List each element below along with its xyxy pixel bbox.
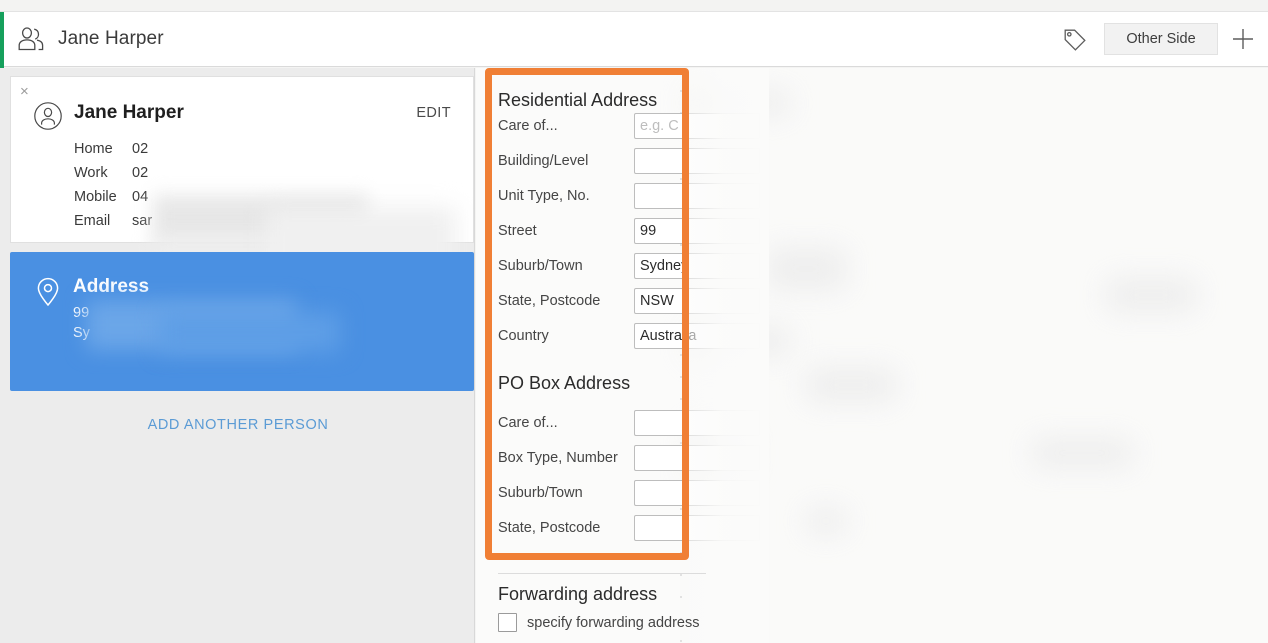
page-title: Jane Harper	[58, 28, 164, 50]
contact-value: sar	[132, 213, 152, 229]
add-another-person-link[interactable]: ADD ANOTHER PERSON	[6, 417, 470, 433]
field-row-unit-type: Unit Type, No.	[498, 183, 760, 209]
background-ghost-text	[806, 508, 846, 534]
forwarding-checkbox[interactable]	[498, 613, 517, 632]
field-row-building-level: Building/Level	[498, 148, 760, 174]
field-label: State, Postcode	[498, 520, 634, 536]
field-label: State, Postcode	[498, 293, 634, 309]
address-card[interactable]: Address 99 Sy	[10, 252, 474, 391]
background-ghost-text	[766, 248, 846, 290]
field-label: Care of...	[498, 415, 634, 431]
background-ghost-text	[1106, 278, 1196, 312]
field-label: Building/Level	[498, 153, 634, 169]
plus-icon[interactable]	[1218, 14, 1268, 64]
po-care-of-input[interactable]	[634, 410, 760, 436]
country-input[interactable]	[634, 323, 760, 349]
header-bar: Jane Harper Other Side	[0, 11, 1268, 67]
suburb-town-input[interactable]	[634, 253, 760, 279]
field-label: Suburb/Town	[498, 485, 634, 501]
po-state-postcode-input[interactable]	[634, 515, 760, 541]
address-card-title: Address	[73, 276, 149, 298]
contact-label: Mobile	[74, 189, 132, 205]
po-suburb-town-input[interactable]	[634, 480, 760, 506]
list-item: Mobile 04	[74, 185, 152, 209]
main-content: Residential Address Care of... Building/…	[476, 68, 1268, 643]
care-of-input[interactable]	[634, 113, 760, 139]
field-row-street: Street	[498, 218, 760, 244]
contact-label: Email	[74, 213, 132, 229]
person-name: Jane Harper	[74, 102, 184, 124]
contact-label: Home	[74, 141, 132, 157]
app-root: Jane Harper Other Side	[0, 0, 1268, 643]
header-actions: Other Side	[1056, 11, 1268, 67]
field-row-care-of: Care of...	[498, 113, 760, 139]
list-item: Home 02	[74, 137, 152, 161]
other-side-button[interactable]: Other Side	[1104, 23, 1218, 55]
po-box-address-title: PO Box Address	[498, 373, 630, 394]
header-accent-bar	[0, 12, 4, 68]
person-card[interactable]: × Jane Harper EDIT Home 02 W	[10, 76, 474, 243]
list-item: Email sar	[74, 209, 152, 233]
contact-value: 02	[132, 165, 148, 181]
po-field-row-care-of: Care of...	[498, 410, 760, 436]
field-label: Box Type, Number	[498, 450, 634, 466]
contact-value: 04	[132, 189, 148, 205]
location-pin-icon	[35, 277, 61, 307]
field-row-country: Country	[498, 323, 760, 349]
po-box-type-number-input[interactable]	[634, 445, 760, 471]
residential-address-title: Residential Address	[498, 90, 657, 111]
contact-list: Home 02 Work 02 Mobile 04 Email sar	[74, 137, 152, 233]
redacted-address-region	[160, 312, 340, 352]
state-postcode-input[interactable]	[634, 288, 760, 314]
field-label: Suburb/Town	[498, 258, 634, 274]
section-divider	[498, 573, 706, 574]
close-icon[interactable]: ×	[20, 84, 29, 99]
building-level-input[interactable]	[634, 148, 760, 174]
background-ghost-text	[1032, 438, 1132, 468]
contact-value: 02	[132, 141, 148, 157]
contact-label: Work	[74, 165, 132, 181]
window-top-strip	[0, 0, 1268, 11]
forwarding-checkbox-row[interactable]: specify forwarding address	[498, 613, 699, 632]
people-icon	[16, 25, 46, 53]
list-item: Work 02	[74, 161, 152, 185]
left-sidebar: × Jane Harper EDIT Home 02 W	[0, 68, 475, 643]
forwarding-checkbox-label: specify forwarding address	[527, 615, 699, 631]
street-input[interactable]	[634, 218, 760, 244]
field-label: Street	[498, 223, 634, 239]
po-field-row-suburb-town: Suburb/Town	[498, 480, 760, 506]
unit-type-input[interactable]	[634, 183, 760, 209]
background-ghost-text	[806, 368, 896, 402]
field-label: Care of...	[498, 118, 634, 134]
field-label: Unit Type, No.	[498, 188, 634, 204]
field-row-suburb-town: Suburb/Town	[498, 253, 760, 279]
forwarding-address-title: Forwarding address	[498, 584, 657, 605]
po-field-row-state-postcode: State, Postcode	[498, 515, 760, 541]
tag-icon[interactable]	[1056, 20, 1094, 58]
edit-link[interactable]: EDIT	[416, 105, 451, 121]
field-label: Country	[498, 328, 634, 344]
field-row-state-postcode: State, Postcode	[498, 288, 760, 314]
person-avatar-icon	[33, 101, 63, 131]
po-field-row-box-type: Box Type, Number	[498, 445, 760, 471]
